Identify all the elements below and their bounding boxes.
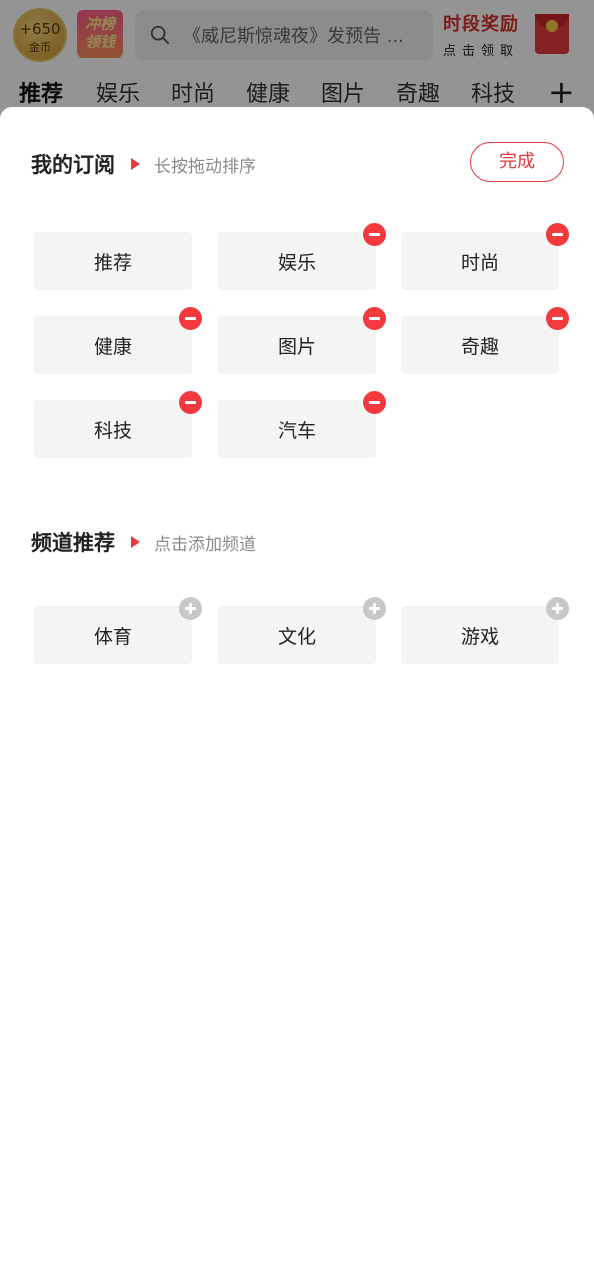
remove-icon[interactable] xyxy=(363,391,386,414)
triangle-right-icon xyxy=(131,536,140,548)
remove-icon[interactable] xyxy=(179,307,202,330)
channel-label: 体育 xyxy=(93,625,132,648)
add-icon[interactable] xyxy=(546,597,569,620)
channel-label: 奇趣 xyxy=(460,335,499,358)
overlay-dim[interactable] xyxy=(0,0,594,120)
recommended-section-header: 频道推荐 点击添加频道 xyxy=(31,527,256,557)
section-title-subscribed: 我的订阅 xyxy=(31,153,115,177)
channel-label: 时尚 xyxy=(460,251,499,274)
subscribed-channel-chip[interactable]: 科技 xyxy=(34,391,202,458)
recommended-channel-chip[interactable]: 体育 xyxy=(34,597,202,664)
channel-label: 汽车 xyxy=(277,419,316,442)
remove-icon[interactable] xyxy=(546,307,569,330)
subscribed-channel-chip[interactable]: 娱乐 xyxy=(218,223,386,290)
subscribed-channel-chip[interactable]: 汽车 xyxy=(218,391,386,458)
channel-label: 文化 xyxy=(277,625,316,648)
remove-icon[interactable] xyxy=(363,223,386,246)
remove-icon[interactable] xyxy=(179,391,202,414)
channel-label: 推荐 xyxy=(93,251,132,274)
subscribed-channel-chip[interactable]: 奇趣 xyxy=(401,307,569,374)
channel-label: 科技 xyxy=(93,419,132,442)
subscribed-channel-chip[interactable]: 推荐 xyxy=(34,232,192,290)
recommended-channel-chip[interactable]: 文化 xyxy=(218,597,386,664)
section-hint-subscribed: 长按拖动排序 xyxy=(154,156,256,177)
channel-manager-panel: 我的订阅 长按拖动排序 完成 推荐 娱乐 时尚健康 图片 奇趣科技 汽车 频道推荐 点击添… xyxy=(0,107,594,1280)
subscribed-section-header: 我的订阅 长按拖动排序 xyxy=(31,149,256,179)
section-title-recommended: 频道推荐 xyxy=(31,531,115,555)
section-hint-recommended: 点击添加频道 xyxy=(154,534,256,555)
channel-label: 娱乐 xyxy=(277,251,316,274)
triangle-right-icon xyxy=(131,158,140,170)
add-icon[interactable] xyxy=(179,597,202,620)
done-button[interactable]: 完成 xyxy=(470,142,564,182)
add-icon[interactable] xyxy=(363,597,386,620)
subscribed-channel-chip[interactable]: 健康 xyxy=(34,307,202,374)
channel-label: 游戏 xyxy=(460,625,499,648)
subscribed-channel-chip[interactable]: 图片 xyxy=(218,307,386,374)
remove-icon[interactable] xyxy=(546,223,569,246)
subscribed-channel-chip[interactable]: 时尚 xyxy=(401,223,569,290)
channel-label: 图片 xyxy=(277,335,316,358)
remove-icon[interactable] xyxy=(363,307,386,330)
channel-label: 健康 xyxy=(93,335,132,358)
recommended-channel-chip[interactable]: 游戏 xyxy=(401,597,569,664)
